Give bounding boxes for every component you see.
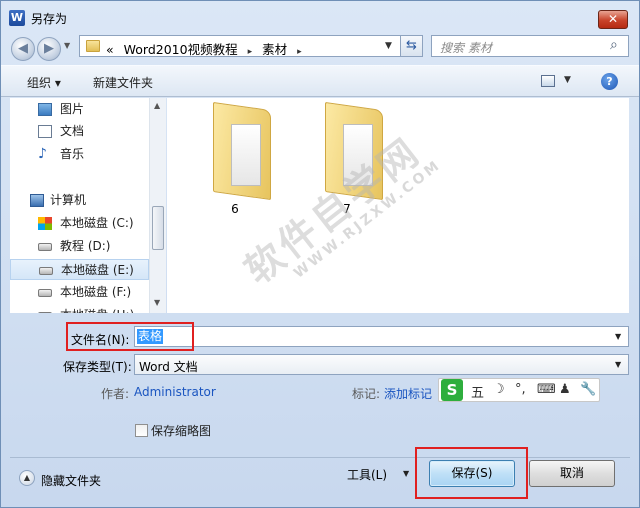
scroll-down-icon[interactable]: ▼: [154, 298, 160, 307]
highlight-box: [415, 447, 528, 499]
close-button[interactable]: ✕: [598, 10, 628, 29]
tags-label: 标记:: [352, 387, 381, 401]
save-as-dialog: W 另存为 ✕ ◀ ▶ ▼ « Word2010视频教程 ▸ 素材 ▸ ▼ ⇆ …: [0, 0, 640, 508]
view-icon[interactable]: [541, 75, 555, 87]
breadcrumb-item[interactable]: 素材: [262, 42, 287, 57]
help-icon[interactable]: ?: [601, 73, 618, 90]
search-icon[interactable]: ⌕: [610, 37, 618, 53]
word-app-icon: W: [9, 10, 25, 26]
drive-icon: [38, 312, 52, 313]
search-input[interactable]: 搜索 素材: [440, 39, 492, 56]
history-dropdown-icon[interactable]: ▼: [64, 41, 70, 50]
nav-item-label: 本地磁盘 (E:): [61, 263, 134, 277]
back-button[interactable]: ◀: [11, 37, 35, 61]
folder-icon: [86, 40, 100, 52]
nav-item-pictures[interactable]: 图片: [10, 99, 149, 120]
tools-button[interactable]: 工具(L): [347, 466, 387, 483]
filetype-label: 保存类型(T):: [63, 360, 132, 374]
title-bar[interactable]: W 另存为 ✕: [1, 1, 639, 31]
user-icon[interactable]: ♟: [559, 382, 571, 397]
breadcrumb-item[interactable]: Word2010视频教程: [124, 42, 238, 57]
wrench-icon[interactable]: 🔧: [580, 382, 596, 397]
thumbnail-label[interactable]: 保存缩略图: [151, 422, 211, 439]
nav-item-label: 图片: [60, 102, 85, 116]
address-bar[interactable]: « Word2010视频教程 ▸ 素材 ▸ ▼: [79, 35, 423, 57]
window-title: 另存为: [31, 12, 68, 26]
document-icon: [38, 125, 52, 138]
filetype-value: Word 文档: [139, 360, 198, 374]
wubi-mode-icon[interactable]: 五: [471, 382, 484, 401]
view-dropdown-icon[interactable]: ▼: [564, 75, 571, 85]
filename-dropdown-icon[interactable]: ▼: [615, 332, 621, 341]
nav-item-drive-h[interactable]: 本地磁盘 (H:): [10, 305, 149, 313]
author-field[interactable]: Administrator: [134, 385, 216, 399]
footer-divider: [10, 457, 630, 458]
address-dropdown-icon[interactable]: ▼: [385, 41, 392, 51]
folder-paper-icon: [231, 124, 261, 186]
nav-scrollbar[interactable]: ▲ ▼: [149, 98, 166, 313]
tools-dropdown-icon[interactable]: ▼: [403, 469, 409, 478]
half-width-icon[interactable]: ☽: [493, 382, 505, 397]
thumbnail-checkbox[interactable]: [135, 424, 148, 437]
cancel-button[interactable]: 取消: [529, 460, 615, 487]
command-bar: 组织 ▾ 新建文件夹 ▼ ?: [1, 65, 639, 97]
navigation-pane: 图片 文档 ♪ 音乐 计算机 本地磁盘 (C:) 教程 (D:) 本地磁盘 (E…: [10, 98, 149, 313]
nav-item-drive-f[interactable]: 本地磁盘 (F:): [10, 282, 149, 303]
refresh-button[interactable]: ⇆: [400, 35, 423, 57]
scroll-thumb[interactable]: [152, 206, 164, 250]
sogou-logo-icon[interactable]: S: [441, 379, 463, 401]
highlight-box: [66, 322, 194, 351]
picture-icon: [38, 103, 52, 116]
breadcrumb-separator-icon[interactable]: ▸: [248, 47, 253, 57]
author-label: 作者:: [101, 387, 130, 401]
chevron-up-icon[interactable]: ▲: [19, 470, 35, 486]
new-folder-button[interactable]: 新建文件夹: [93, 74, 153, 91]
punctuation-icon[interactable]: °,: [515, 382, 526, 397]
drive-icon: [39, 267, 53, 275]
nav-item-music[interactable]: ♪ 音乐: [10, 144, 149, 165]
nav-item-label: 本地磁盘 (F:): [60, 285, 132, 299]
system-drive-icon: [38, 217, 52, 230]
nav-item-label: 本地磁盘 (H:): [60, 305, 134, 313]
nav-item-label: 本地磁盘 (C:): [60, 216, 134, 230]
nav-item-label: 教程 (D:): [60, 239, 111, 253]
breadcrumb-separator-icon[interactable]: ▸: [297, 47, 302, 57]
breadcrumb: « Word2010视频教程 ▸ 素材 ▸: [106, 39, 308, 58]
folder-item[interactable]: 6: [195, 101, 275, 216]
nav-item-drive-c[interactable]: 本地磁盘 (C:): [10, 213, 149, 234]
nav-item-label: 音乐: [60, 147, 85, 161]
nav-item-documents[interactable]: 文档: [10, 121, 149, 142]
music-icon: ♪: [38, 146, 47, 162]
ime-toolbar[interactable]: S 五 ☽ °, ⌨ ♟ 🔧: [438, 378, 600, 402]
computer-icon: [30, 194, 44, 207]
nav-item-computer[interactable]: 计算机: [10, 190, 149, 211]
tags-field[interactable]: 添加标记: [384, 385, 432, 402]
drive-icon: [38, 243, 52, 251]
scroll-up-icon[interactable]: ▲: [154, 101, 160, 110]
drive-icon: [38, 289, 52, 297]
organize-button[interactable]: 组织 ▾: [27, 74, 61, 91]
breadcrumb-overflow[interactable]: «: [106, 42, 114, 57]
filetype-select[interactable]: Word 文档 ▼: [134, 354, 629, 375]
nav-item-drive-d[interactable]: 教程 (D:): [10, 236, 149, 257]
search-box[interactable]: 搜索 素材 ⌕: [431, 35, 629, 57]
keyboard-icon[interactable]: ⌨: [537, 382, 556, 397]
filename-field[interactable]: 表格 ▼: [134, 326, 629, 347]
nav-item-label: 文档: [60, 124, 85, 138]
nav-item-label: 计算机: [50, 193, 87, 207]
folder-label: 6: [231, 202, 239, 216]
filetype-dropdown-icon[interactable]: ▼: [615, 360, 621, 369]
hide-folders-button[interactable]: 隐藏文件夹: [41, 472, 101, 489]
forward-button[interactable]: ▶: [37, 37, 61, 61]
nav-item-drive-e[interactable]: 本地磁盘 (E:): [10, 259, 149, 280]
